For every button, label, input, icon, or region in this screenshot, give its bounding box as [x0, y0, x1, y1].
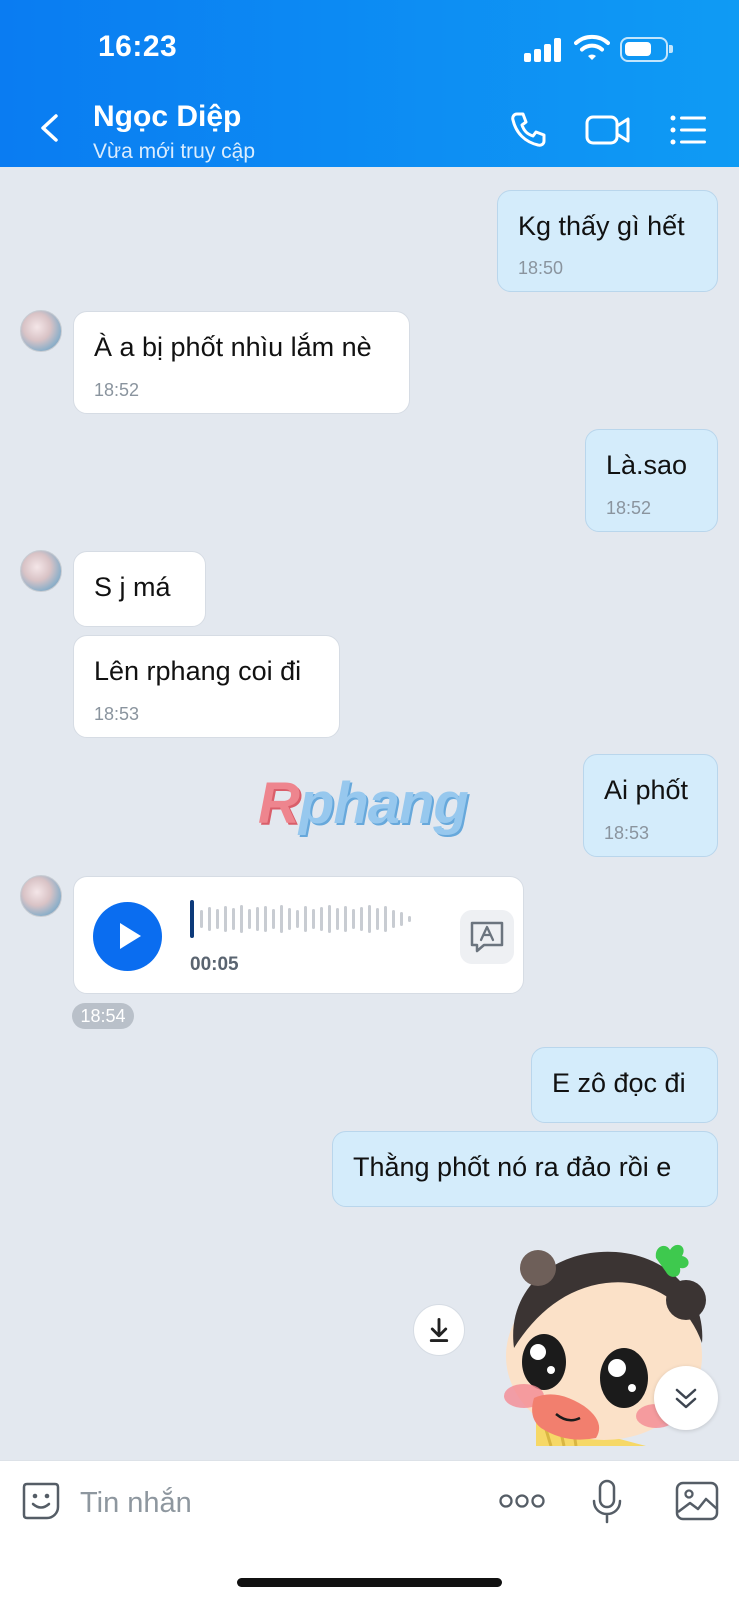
- avatar[interactable]: [20, 875, 62, 917]
- message-bubble[interactable]: Kg thấy gì hết 18:50: [497, 190, 718, 292]
- message-text: Ai phốt: [604, 775, 689, 805]
- scroll-to-bottom-icon[interactable]: [654, 1366, 718, 1430]
- image-gallery-icon[interactable]: [675, 1481, 719, 1521]
- menu-list-icon[interactable]: [668, 110, 708, 150]
- more-options-icon[interactable]: [499, 1489, 545, 1513]
- watermark-logo: Rphang: [258, 771, 469, 836]
- message-text: Là.sao: [606, 450, 688, 480]
- contact-name[interactable]: Ngọc Diệp: [93, 100, 241, 134]
- contact-status: Vừa mới truy cập: [93, 140, 256, 163]
- chat-header: 16:23 Ngọc Diệp Vừa mới truy cập: [0, 0, 739, 167]
- message-time: 18:53: [94, 704, 140, 724]
- message-text: Thằng phốt nó ra đảo rồi e: [353, 1152, 672, 1182]
- download-icon[interactable]: [413, 1304, 465, 1356]
- message-text: Lên rphang coi đi: [94, 656, 302, 686]
- home-indicator: [237, 1578, 502, 1587]
- message-text: E zô đọc đi: [552, 1068, 686, 1098]
- message-input[interactable]: [80, 1475, 470, 1531]
- message-time: 18:50: [518, 258, 564, 278]
- voice-waveform: [190, 900, 411, 938]
- emoji-sticker-icon[interactable]: [21, 1481, 61, 1521]
- voice-message[interactable]: 00:05: [73, 876, 524, 994]
- message-time: 18:53: [604, 823, 650, 843]
- message-text: À a bị phốt nhìu lắm nè: [94, 332, 372, 362]
- message-time: 18:52: [94, 380, 140, 400]
- message-text: Kg thấy gì hết: [518, 211, 685, 241]
- avatar[interactable]: [20, 550, 62, 592]
- message-bubble[interactable]: Thằng phốt nó ra đảo rồi e: [332, 1131, 718, 1207]
- video-call-icon[interactable]: [585, 110, 631, 150]
- phone-icon[interactable]: [508, 110, 548, 150]
- voice-message-time: 18:54: [72, 1003, 134, 1029]
- message-bubble[interactable]: À a bị phốt nhìu lắm nè 18:52: [73, 311, 410, 414]
- avatar[interactable]: [20, 310, 62, 352]
- message-bubble[interactable]: Là.sao 18:52: [585, 429, 718, 532]
- status-time: 16:23: [98, 30, 178, 63]
- message-text: S j má: [94, 572, 171, 602]
- message-bubble[interactable]: E zô đọc đi: [531, 1047, 718, 1123]
- message-bubble[interactable]: Ai phốt 18:53: [583, 754, 718, 857]
- voice-duration: 00:05: [190, 954, 239, 975]
- battery-icon: [620, 37, 673, 62]
- message-bubble[interactable]: S j má: [73, 551, 206, 627]
- microphone-icon[interactable]: [591, 1479, 623, 1525]
- message-composer: [0, 1460, 739, 1600]
- transcribe-icon[interactable]: [460, 910, 514, 964]
- message-time: 18:52: [606, 498, 652, 518]
- back-icon[interactable]: [34, 108, 68, 148]
- play-icon[interactable]: [93, 902, 162, 971]
- message-bubble[interactable]: Lên rphang coi đi 18:53: [73, 635, 340, 738]
- cellular-signal-icon: [524, 38, 562, 62]
- wifi-icon: [574, 34, 610, 60]
